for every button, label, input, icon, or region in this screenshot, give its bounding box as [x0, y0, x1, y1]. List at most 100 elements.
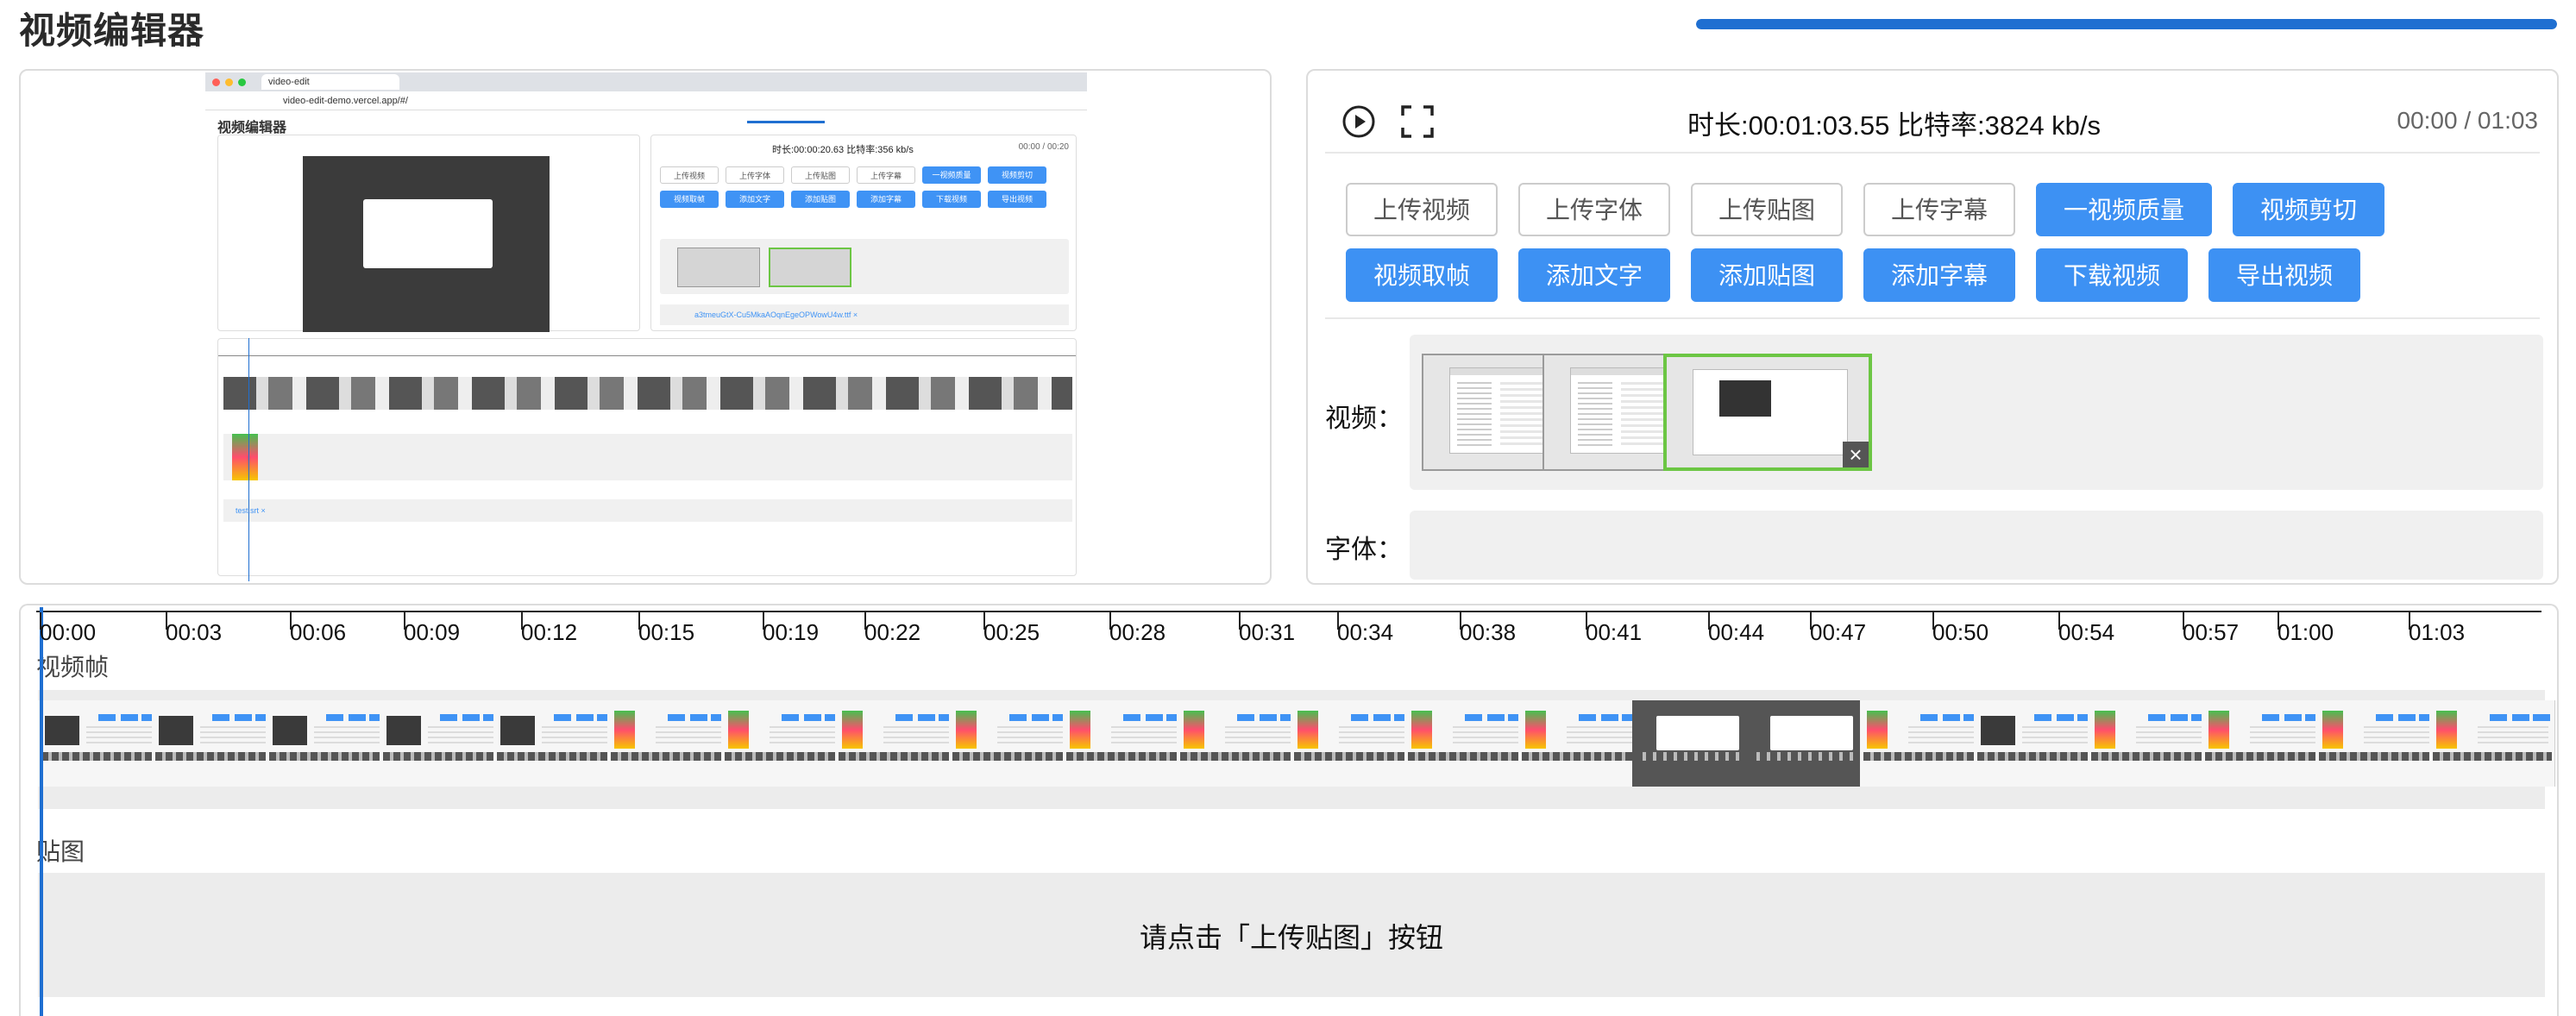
frame-strip: [155, 752, 274, 761]
sticker-track-label: 贴图: [36, 837, 85, 866]
timeline-tick-label: 00:12: [521, 619, 578, 645]
action-button[interactable]: 上传视频: [1346, 183, 1498, 236]
frame-button: [2057, 714, 2074, 721]
frame-media: [614, 711, 635, 749]
frame-strip: [1863, 752, 1982, 761]
action-button[interactable]: 下载视频: [2036, 248, 2188, 302]
playhead[interactable]: [40, 607, 43, 1016]
video-list: ×××: [1410, 335, 2543, 490]
frame-media: [2095, 711, 2115, 749]
preview-inner-stats: 时长:00:00:20.63 比特率:356 kb/s: [772, 145, 914, 155]
preview-inner-button: 一视频质量: [922, 166, 981, 184]
frame-button: [98, 714, 116, 721]
frame-button: [2512, 714, 2529, 721]
preview-browser-tab: video-edit: [261, 74, 399, 90]
frame-button: [576, 714, 594, 721]
video-frame: [1063, 700, 1189, 787]
play-circle-icon[interactable]: [1341, 103, 1377, 140]
preview-inner-button: 添加字幕: [857, 191, 915, 208]
frame-button: [1579, 714, 1596, 721]
frame-text: [2478, 726, 2548, 745]
frame-media: [1184, 711, 1204, 749]
frames-track[interactable]: [38, 690, 2555, 809]
frame-button: [121, 714, 138, 721]
frame-button: [554, 714, 571, 721]
frame-strip: [952, 752, 1071, 761]
action-button[interactable]: 添加贴图: [1691, 248, 1843, 302]
action-button[interactable]: 视频剪切: [2233, 183, 2384, 236]
action-button[interactable]: 上传字体: [1518, 183, 1670, 236]
action-button[interactable]: 一视频质量: [2036, 183, 2212, 236]
sticker-track[interactable]: 请点击「上传贴图」按钮: [38, 873, 2545, 997]
timeline-tick-label: 00:57: [2183, 619, 2240, 645]
video-label: 视频：: [1325, 404, 1403, 434]
frame-button: [1260, 714, 1277, 721]
frame-button: [2490, 714, 2507, 721]
preview-inner-frame: [303, 156, 550, 332]
frame-text: [2250, 726, 2321, 745]
preview-inner-sticker-track: [223, 434, 1072, 480]
timeline-tick-label: 00:22: [864, 619, 921, 645]
frame-button: [782, 714, 799, 721]
frame-media: [2208, 711, 2229, 749]
timeline-tick-label: 00:09: [404, 619, 461, 645]
thumb-dark-region: [1719, 380, 1771, 417]
preview-inner-button-row: 上传视频 上传字体 上传贴图 上传字幕 一视频质量 视频剪切: [660, 166, 1046, 184]
video-frame: [493, 700, 619, 787]
frame-button: [326, 714, 343, 721]
action-button[interactable]: 视频取帧: [1346, 248, 1498, 302]
frame-strip: [383, 752, 502, 761]
frame-strip: [2433, 752, 2552, 761]
frame-text: [314, 726, 385, 745]
preview-inner-button: 上传字幕: [857, 166, 915, 184]
action-button[interactable]: 上传贴图: [1691, 183, 1843, 236]
frame-media: [1070, 711, 1090, 749]
frame-button: [2148, 714, 2165, 721]
preview-inner-button: 下载视频: [922, 191, 981, 208]
frame-dialog: [1770, 716, 1853, 750]
action-button[interactable]: 导出视频: [2208, 248, 2360, 302]
preview-inner-button: 导出视频: [988, 191, 1046, 208]
action-button[interactable]: 添加文字: [1518, 248, 1670, 302]
timeline-tick-label: 01:00: [2278, 619, 2334, 645]
frame-strip: [1977, 752, 2096, 761]
video-frame: [38, 700, 164, 787]
fullscreen-icon[interactable]: [1399, 103, 1436, 140]
video-frame: [2429, 700, 2555, 787]
frame-button: [1373, 714, 1391, 721]
timeline-tick-label: 00:50: [1932, 619, 1989, 645]
frame-text: [656, 726, 726, 745]
font-list[interactable]: [1410, 511, 2543, 580]
video-frame: [1404, 700, 1530, 787]
preview-inner-button: 上传贴图: [791, 166, 850, 184]
timeline-tick-label: 00:31: [1239, 619, 1296, 645]
frame-media: [2322, 711, 2343, 749]
frame-text: [1908, 726, 1979, 745]
timeline[interactable]: 视频帧 贴图 请点击「上传贴图」按钮 00:00 00:03 00:06 00:09 0…: [19, 604, 2559, 1016]
preview-inner-video-strip: [660, 239, 1069, 294]
timeline-tick-label: 00:00: [40, 619, 97, 645]
total-time: 01:03: [2477, 107, 2538, 134]
preview-inner-button: 添加文字: [726, 191, 784, 208]
frame-text: [883, 726, 954, 745]
action-button[interactable]: 添加字幕: [1863, 248, 2015, 302]
timeline-tick-label: 00:38: [1460, 619, 1517, 645]
frame-media: [2436, 711, 2457, 749]
frame-media: [956, 711, 977, 749]
frame-button: [235, 714, 252, 721]
frame-strip: [2205, 752, 2324, 761]
video-frame: [266, 700, 392, 787]
close-icon[interactable]: ×: [1843, 442, 1869, 467]
top-progress-bar: [1696, 19, 2557, 29]
video-frame: [1632, 700, 1758, 787]
action-button[interactable]: 上传字幕: [1863, 183, 2015, 236]
video-preview[interactable]: video-edit video-edit-demo.vercel.app/#/…: [205, 72, 1087, 581]
preview-inner-button: 视频剪切: [988, 166, 1046, 184]
video-thumb[interactable]: ×: [1663, 354, 1872, 471]
action-buttons: 上传视频 上传字体 上传贴图 上传字幕 一视频质量 视频剪切 视频取帧 添加文字 添加贴图 添加…: [1346, 183, 2536, 314]
frame-button: [1123, 714, 1140, 721]
frame-button: [668, 714, 685, 721]
frame-media: [386, 716, 421, 745]
frame-text: [1567, 726, 1637, 745]
frame-button: [918, 714, 935, 721]
